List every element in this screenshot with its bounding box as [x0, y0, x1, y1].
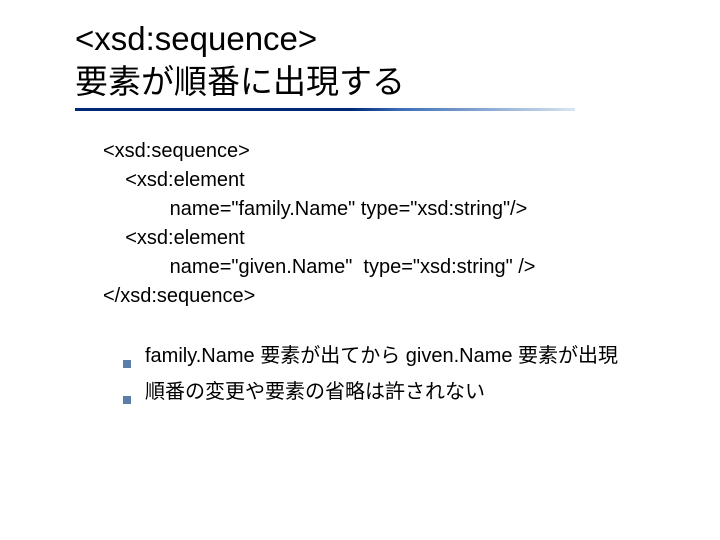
code-block: <xsd:sequence> <xsd:element name="family… [103, 137, 660, 311]
square-bullet-icon [123, 396, 131, 404]
slide: <xsd:sequence> 要素が順番に出現する <xsd:sequence>… [0, 0, 720, 433]
title-line-1: <xsd:sequence> [75, 18, 660, 61]
bullet-list: family.Name 要素が出てから given.Name 要素が出現 順番の… [123, 341, 660, 407]
title-underline [75, 108, 575, 111]
title-line-2: 要素が順番に出現する [75, 61, 660, 104]
square-bullet-icon [123, 360, 131, 368]
list-item: 順番の変更や要素の省略は許されない [123, 377, 660, 407]
slide-title: <xsd:sequence> 要素が順番に出現する [75, 18, 660, 111]
bullet-text: family.Name 要素が出てから given.Name 要素が出現 [145, 341, 618, 371]
bullet-text: 順番の変更や要素の省略は許されない [145, 377, 485, 407]
list-item: family.Name 要素が出てから given.Name 要素が出現 [123, 341, 660, 371]
